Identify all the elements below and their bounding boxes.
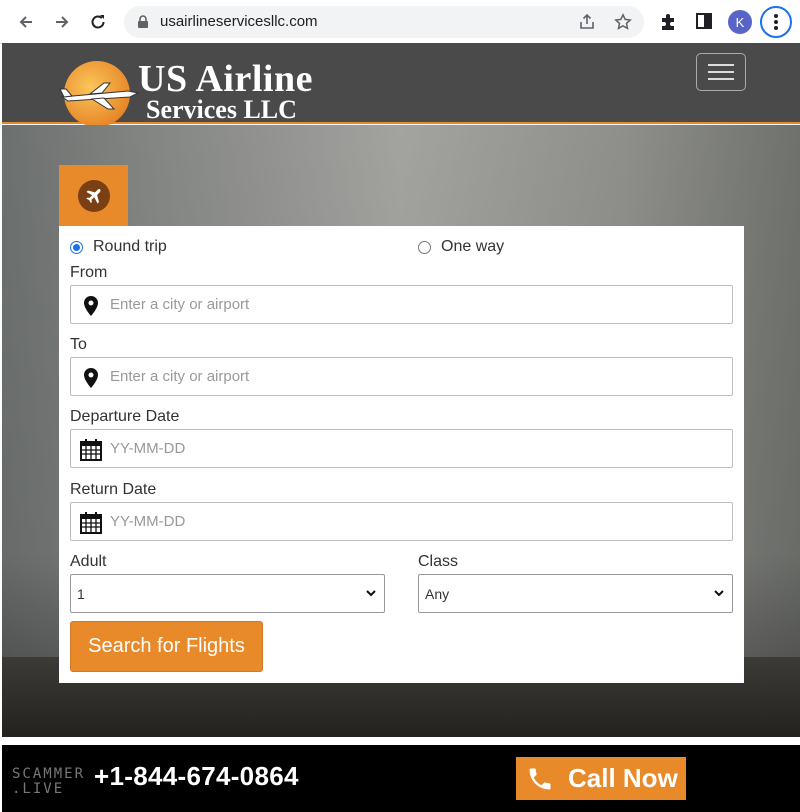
phone-icon (529, 768, 551, 789)
forward-button[interactable] (48, 8, 76, 36)
call-bar: SCAMMER .LIVE +1-844-674-0864 Call Now (2, 745, 800, 812)
profile-avatar[interactable]: K (728, 10, 752, 34)
departure-date-field[interactable] (70, 429, 733, 468)
search-flights-button[interactable]: Search for Flights (70, 621, 263, 672)
nav-menu-toggle[interactable] (696, 53, 746, 91)
call-now-button[interactable]: Call Now (516, 757, 686, 800)
from-label: From (70, 264, 108, 281)
divider (2, 737, 800, 745)
flights-tab[interactable] (59, 165, 128, 227)
side-panel-icon[interactable] (695, 12, 713, 30)
calendar-icon (80, 439, 102, 461)
address-bar[interactable]: usairlineservicesllc.com (124, 6, 644, 38)
class-select[interactable]: Any (418, 574, 733, 613)
adult-select[interactable]: 1 (70, 574, 385, 613)
round-trip-radio[interactable] (70, 240, 83, 254)
round-trip-label: Round trip (93, 238, 167, 255)
class-label: Class (418, 553, 459, 570)
return-date-field[interactable] (70, 502, 733, 541)
hamburger-bar (708, 78, 734, 80)
forward-arrow-icon (56, 16, 69, 28)
from-input[interactable] (110, 286, 710, 323)
back-arrow-icon (19, 16, 32, 28)
watermark: SCAMMER .LIVE (12, 767, 85, 797)
map-pin-icon (84, 368, 98, 388)
lock-icon (138, 15, 148, 28)
call-now-label: Call Now (568, 763, 678, 793)
departure-date-label: Departure Date (70, 408, 180, 425)
browser-menu-button[interactable] (760, 6, 792, 38)
phone-number[interactable]: +1-844-674-0864 (94, 761, 299, 792)
back-button[interactable] (12, 8, 40, 36)
kebab-menu-icon (774, 14, 778, 30)
departure-date-input[interactable] (110, 430, 710, 467)
hamburger-bar (708, 71, 734, 73)
chevron-down-icon (714, 590, 724, 597)
one-way-label: One way (441, 238, 505, 255)
one-way-radio[interactable] (418, 240, 431, 254)
watermark-line2: .LIVE (12, 781, 65, 797)
to-input[interactable] (110, 358, 710, 395)
plane-icon-badge (77, 180, 110, 212)
airplane-logo-icon (59, 82, 140, 110)
browser-toolbar: usairlineservicesllc.com K (0, 0, 800, 44)
reload-button[interactable] (84, 8, 112, 36)
star-icon[interactable] (614, 13, 632, 31)
url-text: usairlineservicesllc.com (160, 13, 318, 30)
calendar-icon (80, 512, 102, 534)
site-header: US Airline Services LLC (2, 43, 800, 127)
adult-select-value: 1 (77, 586, 85, 602)
chevron-down-icon (366, 590, 376, 597)
logo-text-line2[interactable]: Services LLC (146, 95, 297, 125)
watermark-line1: SCAMMER (12, 766, 86, 782)
to-field[interactable] (70, 357, 733, 396)
to-label: To (70, 336, 87, 353)
round-trip-option[interactable]: Round trip (70, 238, 167, 256)
plane-icon (85, 188, 101, 204)
adult-label: Adult (70, 553, 107, 570)
class-select-value: Any (425, 586, 450, 602)
extensions-icon[interactable] (658, 12, 678, 32)
hamburger-bar (708, 64, 734, 66)
map-pin-icon (84, 296, 98, 316)
flight-search-form: Round trip One way From To Departure Dat… (59, 226, 744, 683)
from-field[interactable] (70, 285, 733, 324)
return-date-input[interactable] (110, 503, 710, 540)
logo-emblem[interactable] (59, 61, 140, 127)
one-way-option[interactable]: One way (418, 238, 504, 256)
return-date-label: Return Date (70, 481, 157, 498)
reload-icon (91, 15, 105, 29)
share-icon[interactable] (578, 13, 596, 31)
